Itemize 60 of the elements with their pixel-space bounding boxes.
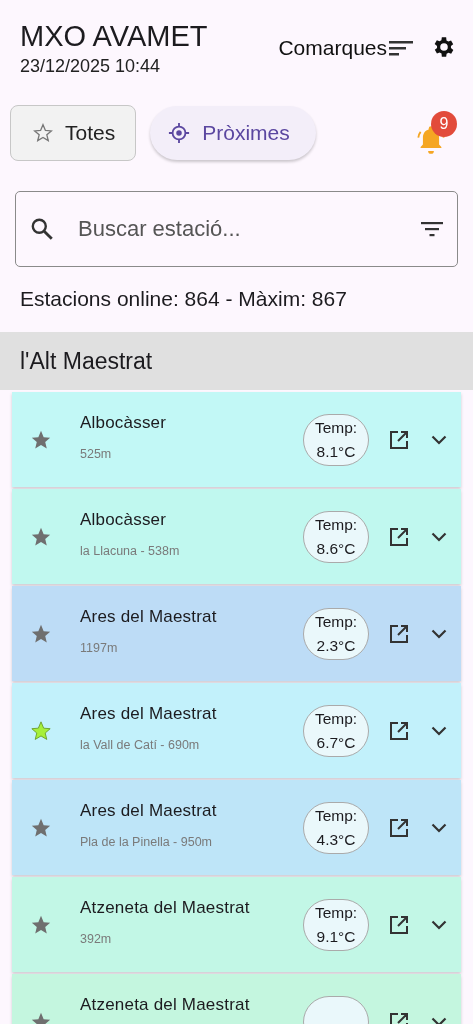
- expand-chevron-icon[interactable]: [431, 725, 447, 736]
- open-external-icon[interactable]: [389, 429, 409, 450]
- section-header: l'Alt Maestrat: [0, 332, 473, 390]
- station-detail: Pla de la Pinella - 950m: [80, 835, 214, 849]
- sort-icon: [389, 38, 415, 58]
- search-icon: [29, 216, 55, 242]
- update-datetime: 23/12/2025 10:44: [20, 56, 162, 77]
- open-external-icon[interactable]: [389, 914, 409, 935]
- app-title: MXO AVAMET: [20, 20, 209, 52]
- location-target-icon: [168, 122, 191, 144]
- expand-chevron-icon[interactable]: [431, 1016, 447, 1024]
- temperature-label: Temp:: [314, 805, 358, 826]
- filter-chip[interactable]: Pròximes: [150, 106, 316, 160]
- station-detail: la Vall de Catí - 690m: [80, 738, 201, 752]
- station-detail: 392m: [80, 932, 113, 946]
- station-name: Albocàsser: [80, 510, 168, 530]
- temperature-label: Temp:: [314, 417, 358, 438]
- temperature-label: Temp:: [314, 708, 358, 729]
- expand-chevron-icon[interactable]: [431, 919, 447, 930]
- station-name: Ares del Maestrat: [80, 801, 218, 821]
- station-detail: la Llacuna - 538m: [80, 544, 181, 558]
- temperature-label: Temp:: [314, 902, 358, 923]
- station-count: Estacions online: 864 - Màxim: 867: [20, 287, 347, 310]
- temperature-value: 2.3°C: [316, 635, 356, 656]
- temperature-value: 9.1°C: [316, 926, 356, 947]
- expand-chevron-icon[interactable]: [431, 531, 447, 542]
- station-card[interactable]: Ares del Maestrat 1197m Temp: 2.3°C: [12, 586, 461, 681]
- search-field[interactable]: Buscar estació...: [15, 191, 458, 267]
- station-card[interactable]: Ares del Maestrat Pla de la Pinella - 950m Temp: 4.3°C: [12, 780, 461, 875]
- temperature-value: 6.7°C: [316, 732, 356, 753]
- open-external-icon[interactable]: [389, 623, 409, 644]
- station-card[interactable]: Albocàsser 525m Temp: 8.1°C: [12, 392, 461, 487]
- station-name: Ares del Maestrat: [80, 607, 218, 627]
- temperature-value: 8.1°C: [316, 441, 356, 462]
- station-card[interactable]: Albocàsser la Llacuna - 538m Temp: 8.6°C: [12, 489, 461, 584]
- region-button[interactable]: Comarques: [278, 36, 415, 60]
- station-name: Atzeneta del Maestrat: [80, 898, 251, 918]
- station-card[interactable]: Atzeneta del Maestrat: [12, 974, 461, 1024]
- station-detail: 525m: [80, 447, 113, 461]
- temperature-label: Temp:: [314, 514, 358, 535]
- notification-count: 9: [431, 111, 457, 137]
- open-external-icon[interactable]: [389, 720, 409, 741]
- expand-chevron-icon[interactable]: [431, 434, 447, 445]
- expand-chevron-icon[interactable]: [431, 628, 447, 639]
- station-detail: 1197m: [80, 641, 119, 655]
- star-icon[interactable]: [30, 719, 52, 742]
- station-name: Atzeneta del Maestrat: [80, 995, 251, 1015]
- station-name: Albocàsser: [80, 413, 168, 433]
- expand-chevron-icon[interactable]: [431, 822, 447, 833]
- star-icon: [33, 123, 53, 143]
- temperature-value: 8.6°C: [316, 538, 356, 559]
- station-name: Ares del Maestrat: [80, 704, 218, 724]
- filter-chip[interactable]: Totes: [10, 105, 137, 161]
- open-external-icon[interactable]: [389, 817, 409, 838]
- station-card[interactable]: Ares del Maestrat la Vall de Catí - 690m Temp: 6.7°C: [12, 683, 461, 778]
- temperature-label: Temp:: [314, 611, 358, 632]
- filter-icon[interactable]: [420, 219, 444, 239]
- station-card[interactable]: Atzeneta del Maestrat 392m Temp: 9.1°C: [12, 877, 461, 972]
- open-external-icon[interactable]: [389, 526, 409, 547]
- temperature-value: 4.3°C: [316, 829, 356, 850]
